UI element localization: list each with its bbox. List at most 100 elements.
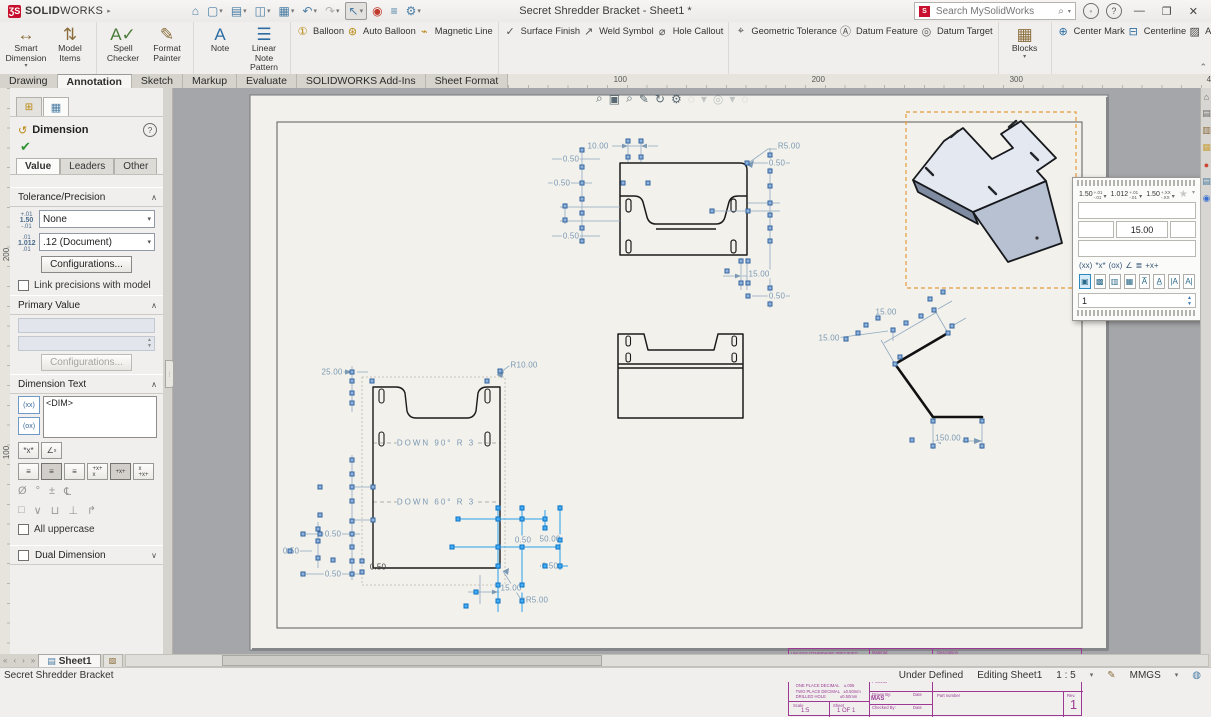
- tab-feature-manager[interactable]: ⊞: [16, 97, 42, 116]
- palette-align-icon-7[interactable]: A|: [1183, 274, 1195, 289]
- center-dimension-icon[interactable]: *x*: [18, 442, 39, 459]
- file-properties-icon[interactable]: ≡: [388, 3, 401, 19]
- dimension-text-area[interactable]: <DIM>: [43, 396, 157, 438]
- value-left-field[interactable]: [1078, 221, 1114, 238]
- ribbon-button-smart-dimension[interactable]: ↔Smart Dimension▾: [5, 24, 47, 69]
- chevron-down-icon[interactable]: ▾: [313, 7, 317, 15]
- tab-sheet1[interactable]: ▤ Sheet1: [38, 654, 100, 667]
- chevron-down-icon[interactable]: ▾: [243, 7, 247, 15]
- collapse-ribbon-icon[interactable]: ⌃: [1199, 62, 1207, 73]
- ribbon-button-model-items[interactable]: ⇅Model Items: [49, 24, 91, 63]
- search-icon[interactable]: ⌕: [1058, 6, 1064, 17]
- align-center-icon[interactable]: ≡: [41, 463, 62, 480]
- scrollbar-thumb[interactable]: [222, 655, 602, 666]
- section-primary-value[interactable]: Primary Value ∧: [10, 295, 163, 315]
- symbol-button[interactable]: °: [36, 485, 40, 498]
- ribbon-button-centerline[interactable]: ⊟Centerline: [1127, 24, 1186, 38]
- undo-icon[interactable]: ↶▾: [299, 3, 320, 19]
- chevron-down-icon[interactable]: ▾: [1192, 189, 1195, 196]
- options-icon[interactable]: ⚙▾: [403, 3, 424, 19]
- palette-style-icon-1[interactable]: *x*: [1095, 261, 1105, 270]
- tab-markup[interactable]: Markup: [183, 74, 237, 88]
- help-icon[interactable]: ?: [143, 123, 157, 137]
- offset-text-icon[interactable]: ∠x: [41, 442, 62, 459]
- ribbon-button-format-painter[interactable]: ✎Format Painter: [146, 24, 188, 63]
- expand-icon[interactable]: ∨: [151, 551, 157, 560]
- symbol-button[interactable]: ↱: [87, 504, 96, 517]
- ribbon-button-datum-feature[interactable]: ⒶDatum Feature: [839, 24, 918, 38]
- chevron-down-icon[interactable]: ▾: [219, 7, 223, 15]
- palette-grip[interactable]: [1077, 310, 1197, 316]
- ribbon-button-blocks[interactable]: ▦Blocks▾: [1004, 24, 1046, 60]
- panel-tab-value[interactable]: Value: [16, 158, 60, 174]
- link-precisions-checkbox[interactable]: [18, 280, 29, 291]
- ribbon-button-magnetic-line[interactable]: ⌁Magnetic Line: [418, 24, 493, 38]
- ribbon-button-center-mark[interactable]: ⊕Center Mark: [1057, 24, 1125, 38]
- custom-properties-icon[interactable]: ▤: [1201, 173, 1211, 190]
- design-library-icon[interactable]: ▥: [1201, 122, 1211, 139]
- symbol-button[interactable]: □: [18, 504, 25, 517]
- edit-sheet-icon[interactable]: ✎: [1107, 670, 1115, 681]
- symbol-button[interactable]: ∨: [34, 504, 42, 517]
- home-icon[interactable]: ⌂: [189, 3, 202, 19]
- search-box[interactable]: S ⌕ ▾: [914, 2, 1076, 20]
- panel-flyout-handle[interactable]: ⋮: [165, 360, 174, 388]
- zoom-to-fit-icon[interactable]: ⌕: [596, 91, 603, 106]
- palette-style-icon-0[interactable]: (xx): [1079, 261, 1092, 270]
- sheet-nav-button-0[interactable]: «: [0, 656, 10, 665]
- chevron-down-icon[interactable]: ▾: [417, 7, 421, 15]
- search-input[interactable]: [934, 5, 1054, 18]
- tab-evaluate[interactable]: Evaluate: [237, 74, 297, 88]
- text-outside-icon[interactable]: x+x+: [133, 463, 154, 480]
- select-icon[interactable]: ↖▾: [345, 2, 368, 20]
- status-globe-icon[interactable]: ◍: [1192, 670, 1201, 681]
- palette-align-icon-5[interactable]: A̲: [1153, 274, 1165, 289]
- tab-drawing[interactable]: Drawing: [0, 74, 58, 88]
- close-button[interactable]: ✕: [1184, 5, 1203, 18]
- ribbon-button-spell-checker[interactable]: A✓Spell Checker: [102, 24, 144, 63]
- section-tolerance-precision[interactable]: Tolerance/Precision ∧: [10, 187, 163, 207]
- tab-solidworks-add-ins[interactable]: SOLIDWORKS Add-Ins: [297, 74, 426, 88]
- ribbon-button-linear-note-pattern[interactable]: ☰Linear Note Pattern▾: [243, 24, 285, 79]
- chevron-down-icon[interactable]: ▾: [1175, 671, 1179, 679]
- heads-up-view-toolbar[interactable]: ⌕▣⌕✎↻⚙◌▾◎▾◌: [596, 91, 749, 106]
- chevron-down-icon[interactable]: ▾: [1139, 193, 1142, 200]
- appearances-icon[interactable]: ●: [1201, 156, 1211, 173]
- palette-align-icon-4[interactable]: A̅: [1139, 274, 1151, 289]
- all-uppercase-checkbox[interactable]: [18, 524, 29, 535]
- solidworks-logo[interactable]: ƷS SOLIDWORKS ▸: [0, 5, 119, 18]
- palette-tolerance-button-0[interactable]: 1.50+.01-.01▾: [1079, 189, 1107, 200]
- task-pane-strip[interactable]: ⌂▤▥▦●▤◉: [1200, 88, 1211, 654]
- resources-icon[interactable]: ▤: [1201, 105, 1211, 122]
- user-account-icon[interactable]: ◦: [1083, 3, 1099, 19]
- home-icon[interactable]: ⌂: [1201, 88, 1211, 105]
- chevron-down-icon[interactable]: ▾: [1104, 193, 1107, 200]
- open-icon[interactable]: ▤▾: [228, 3, 250, 19]
- tab-property-manager[interactable]: ▦: [43, 97, 69, 116]
- ribbon-button-area-hatch[interactable]: ▨Area Hatch/Fill: [1188, 24, 1211, 38]
- new-icon[interactable]: ▢▾: [204, 3, 226, 19]
- sheet-nav-button-3[interactable]: »: [28, 656, 38, 665]
- help-icon[interactable]: ?: [1106, 3, 1122, 19]
- palette-style-icon-4[interactable]: ≣: [1136, 261, 1143, 270]
- ribbon-button-note[interactable]: ANote: [199, 24, 241, 54]
- align-left-icon[interactable]: ≡: [18, 463, 39, 480]
- horizontal-scrollbar[interactable]: [125, 654, 1209, 667]
- favorites-star-icon[interactable]: ★: [1179, 189, 1188, 200]
- zoom-to-area-icon[interactable]: ▣: [609, 92, 620, 106]
- tab-sketch[interactable]: Sketch: [132, 74, 183, 88]
- chevron-down-icon[interactable]: ▾: [336, 7, 340, 15]
- panel-splitter[interactable]: ⋮: [163, 88, 173, 654]
- symbol-button[interactable]: ±: [49, 485, 55, 498]
- tab-annotation[interactable]: Annotation: [58, 74, 132, 88]
- chevron-down-icon[interactable]: ▾: [1023, 54, 1026, 60]
- palette-align-icon-0[interactable]: ▣: [1079, 274, 1091, 289]
- ok-check-icon[interactable]: ✔: [10, 139, 163, 158]
- symbol-button[interactable]: Ø: [18, 485, 27, 498]
- ribbon-button-balloon[interactable]: ①Balloon: [296, 24, 344, 38]
- zoom-in-out-icon[interactable]: ⌕: [626, 91, 633, 106]
- minimize-button[interactable]: —: [1129, 5, 1150, 17]
- symbol-button[interactable]: ⊔: [51, 504, 60, 517]
- view-settings-icon[interactable]: ⚙: [671, 92, 682, 106]
- add-sheet-button[interactable]: ▨: [103, 654, 123, 668]
